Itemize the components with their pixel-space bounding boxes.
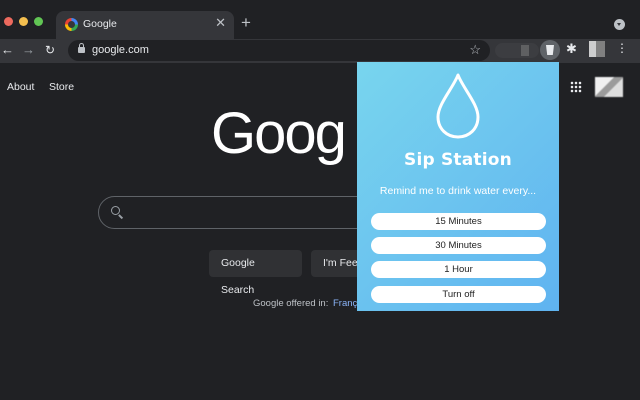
- turn-off-button[interactable]: Turn off: [371, 286, 546, 303]
- water-drop-icon: [436, 73, 480, 139]
- back-button[interactable]: ←: [1, 42, 14, 58]
- popup-title: Sip Station: [404, 150, 512, 170]
- window-minimize-button[interactable]: [19, 17, 28, 26]
- browser-menu-icon[interactable]: ⋮: [616, 42, 628, 55]
- address-bar[interactable]: google.com ☆: [68, 40, 490, 61]
- window-close-button[interactable]: [4, 17, 13, 26]
- tab-search-icon[interactable]: [614, 19, 625, 30]
- account-avatar[interactable]: [595, 77, 623, 97]
- tab-title: Google: [83, 18, 117, 30]
- option-1-hour-button[interactable]: 1 Hour: [371, 261, 546, 278]
- url-text[interactable]: google.com: [92, 44, 149, 56]
- tab-google[interactable]: Google ✕: [56, 11, 234, 39]
- window-maximize-button[interactable]: [34, 17, 43, 26]
- sip-station-extension-icon[interactable]: [540, 40, 560, 60]
- tab-close-icon[interactable]: ✕: [215, 16, 226, 30]
- blurred-extension-icons[interactable]: [495, 43, 539, 58]
- google-favicon-icon: [65, 18, 78, 31]
- option-30-minutes-button[interactable]: 30 Minutes: [371, 237, 546, 254]
- reload-button[interactable]: ↻: [45, 42, 55, 58]
- google-search-button[interactable]: Google Search: [209, 250, 302, 296]
- option-15-minutes-button[interactable]: 15 Minutes: [371, 213, 546, 230]
- lock-icon[interactable]: [78, 43, 85, 53]
- forward-button[interactable]: →: [22, 42, 35, 58]
- about-link[interactable]: About: [7, 81, 34, 93]
- store-link[interactable]: Store: [49, 81, 74, 93]
- extensions-puzzle-icon[interactable]: ✱: [566, 42, 577, 56]
- offered-in-text: Google offered in:: [253, 298, 329, 309]
- search-icon: [111, 206, 120, 215]
- sip-station-popup: Sip Station Remind me to drink water eve…: [357, 62, 559, 311]
- popup-subtitle: Remind me to drink water every...: [379, 185, 537, 197]
- new-tab-button[interactable]: +: [241, 14, 251, 32]
- bookmark-star-icon[interactable]: ☆: [469, 42, 481, 58]
- google-apps-icon[interactable]: [570, 81, 582, 93]
- tab-strip: Google ✕ +: [0, 0, 640, 39]
- google-logo: Goog: [211, 101, 347, 166]
- profile-avatar[interactable]: [589, 41, 605, 57]
